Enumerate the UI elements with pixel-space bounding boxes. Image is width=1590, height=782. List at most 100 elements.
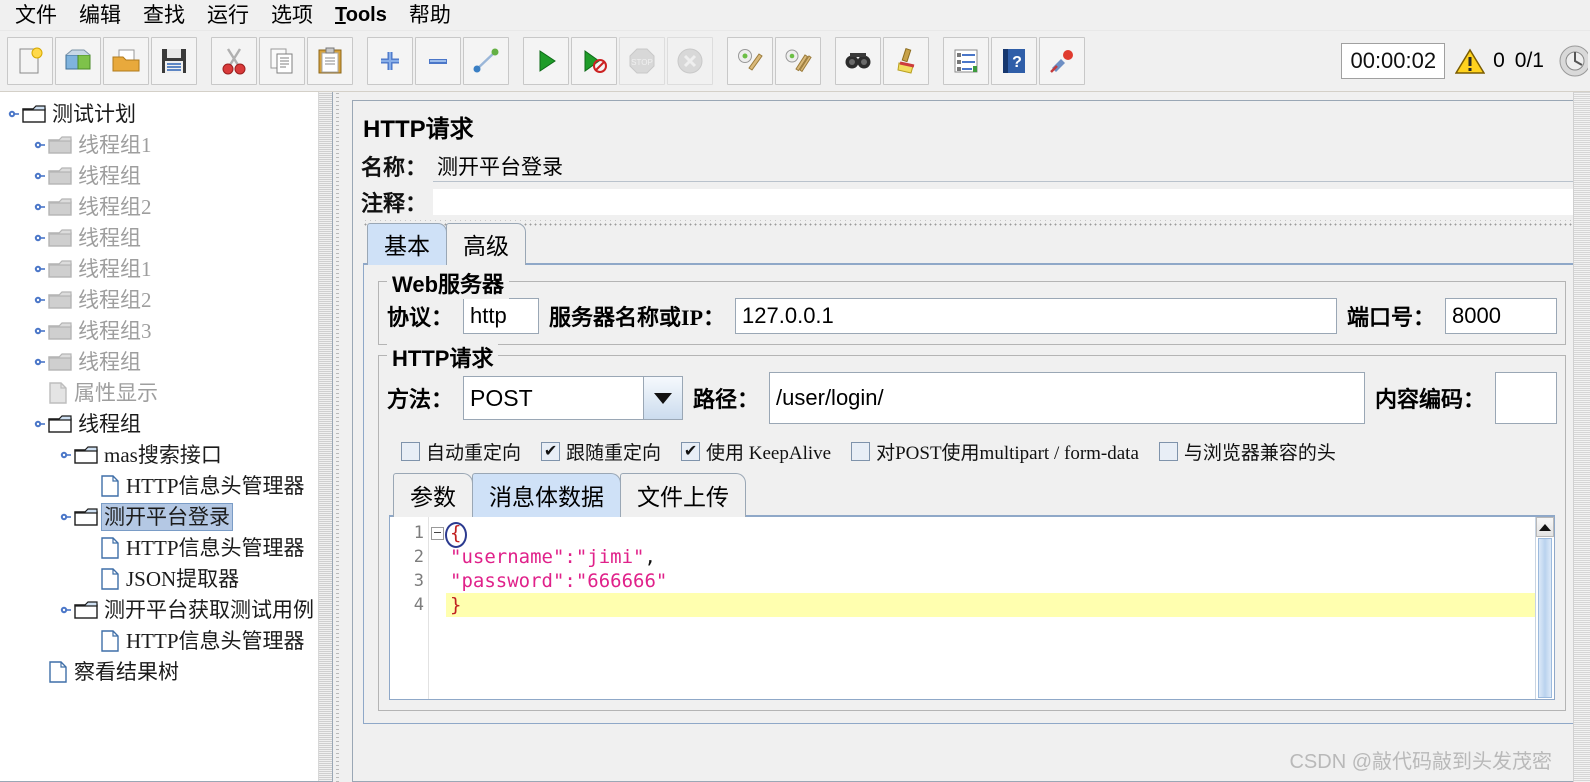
menu-item-0[interactable]: 文件 — [4, 1, 68, 29]
function-helper-icon[interactable] — [943, 37, 989, 85]
search-icon[interactable] — [835, 37, 881, 85]
body-tab-0[interactable]: 参数 — [393, 473, 473, 517]
paste-icon[interactable] — [307, 37, 353, 85]
main-tab-strip[interactable]: 基本 高级 — [353, 223, 1587, 265]
scroll-thumb[interactable] — [1538, 538, 1552, 698]
new-test-plan-icon[interactable] — [7, 37, 53, 85]
tree-expander-icon[interactable] — [58, 447, 74, 463]
tree-expander-icon[interactable] — [58, 602, 74, 618]
body-data-editor[interactable]: 1 2 3 4 {"username":"jimi", "password":"6666… — [389, 517, 1555, 700]
checkbox-unchecked-icon[interactable] — [851, 442, 871, 461]
help-icon[interactable]: ? — [991, 37, 1037, 85]
warning-indicator[interactable]: 0 — [1455, 48, 1505, 75]
tree-expander-icon[interactable] — [32, 354, 48, 370]
checkbox-option-4[interactable]: 与浏览器兼容的头 — [1158, 438, 1336, 465]
reset-search-icon[interactable] — [883, 37, 929, 85]
tree-node-3[interactable]: 线程组2 — [6, 191, 332, 222]
horizontal-splitter[interactable] — [363, 220, 1581, 227]
save-icon[interactable] — [151, 37, 197, 85]
templates-icon[interactable] — [55, 37, 101, 85]
tree-expander-icon[interactable] — [32, 199, 48, 215]
tree-node-0[interactable]: 测试计划 — [6, 98, 332, 129]
editor-code-area[interactable]: {"username":"jimi", "password":"666666"} — [446, 517, 1535, 699]
start-icon[interactable] — [523, 37, 569, 85]
tree-node-12[interactable]: HTTP信息头管理器 — [6, 470, 332, 501]
menu-item-5[interactable]: Tools — [324, 1, 398, 29]
tree-expander-icon[interactable] — [32, 261, 48, 277]
chevron-down-icon[interactable] — [643, 377, 683, 419]
test-plan-tree-pane[interactable]: 测试计划 线程组1 线程组 线程组2 线程组 线程组1 线程组2 线程组3 线程组 属性显示 线程组… — [0, 92, 333, 782]
tab-advanced[interactable]: 高级 — [446, 223, 526, 265]
tree-node-18[interactable]: 察看结果树 — [6, 656, 332, 687]
open-icon[interactable] — [103, 37, 149, 85]
tree-node-13[interactable]: 测开平台登录 — [6, 501, 332, 532]
collapse-all-icon[interactable] — [415, 37, 461, 85]
tree-node-11[interactable]: mas搜索接口 — [6, 439, 332, 470]
tree-node-15[interactable]: JSON提取器 — [6, 563, 332, 594]
expand-all-icon[interactable] — [367, 37, 413, 85]
body-tab-1[interactable]: 消息体数据 — [472, 473, 621, 517]
tree-expander-icon[interactable] — [32, 137, 48, 153]
start-no-pauses-icon[interactable] — [571, 37, 617, 85]
scroll-up-button[interactable] — [1536, 517, 1554, 537]
method-select[interactable]: POST — [463, 376, 684, 420]
tree-node-14[interactable]: HTTP信息头管理器 — [6, 532, 332, 563]
tab-basic[interactable]: 基本 — [367, 223, 447, 265]
checkbox-unchecked-icon[interactable] — [1158, 442, 1178, 461]
name-input[interactable]: 测开平台登录 — [433, 150, 1581, 182]
checkbox-option-0[interactable]: 自动重定向 — [401, 438, 521, 465]
editor-vertical-scrollbar[interactable] — [1535, 517, 1554, 699]
tree-expander-icon[interactable] — [32, 230, 48, 246]
tree-node-8[interactable]: 线程组 — [6, 346, 332, 377]
tree-node-6[interactable]: 线程组2 — [6, 284, 332, 315]
code-line[interactable]: { — [446, 521, 1535, 545]
tree-node-17[interactable]: HTTP信息头管理器 — [6, 625, 332, 656]
protocol-input[interactable]: http — [463, 298, 540, 334]
checkbox-option-1[interactable]: ✔ 跟随重定向 — [541, 438, 661, 465]
tree-node-16[interactable]: 测开平台获取测试用例 — [6, 594, 332, 625]
tree-node-10[interactable]: 线程组 — [6, 408, 332, 439]
menu-item-1[interactable]: 编辑 — [68, 1, 132, 29]
clear-all-icon[interactable] — [775, 37, 821, 85]
menu-item-4[interactable]: 选项 — [260, 1, 324, 29]
tree-expander-icon[interactable] — [58, 509, 74, 525]
clear-icon[interactable] — [727, 37, 773, 85]
tree-expander-icon[interactable] — [32, 292, 48, 308]
editor-fold-column[interactable] — [429, 517, 446, 699]
code-line[interactable]: } — [446, 593, 1535, 617]
tree-node-9[interactable]: 属性显示 — [6, 377, 332, 408]
checkbox-unchecked-icon[interactable] — [401, 442, 420, 461]
tree-expander-icon[interactable] — [32, 416, 48, 432]
tree-node-5[interactable]: 线程组1 — [6, 253, 332, 284]
comment-input[interactable] — [433, 189, 1581, 215]
menu-item-6[interactable]: 帮助 — [398, 1, 462, 29]
pane-splitter[interactable] — [333, 92, 342, 782]
tree-expander-icon[interactable] — [6, 106, 22, 122]
checkbox-option-3[interactable]: 对POST使用multipart / form-data — [851, 438, 1139, 465]
tree-expander-icon[interactable] — [32, 323, 48, 339]
tree-vertical-scrollbar[interactable] — [318, 92, 332, 781]
content-encoding-input[interactable] — [1495, 372, 1557, 424]
tree-node-7[interactable]: 线程组3 — [6, 315, 332, 346]
body-tab-2[interactable]: 文件上传 — [620, 473, 746, 517]
toggle-icon[interactable] — [463, 37, 509, 85]
checkbox-option-2[interactable]: ✔ 使用 KeepAlive — [681, 438, 831, 465]
code-line[interactable]: "username":"jimi", — [446, 545, 1535, 569]
tree-node-1[interactable]: 线程组1 — [6, 129, 332, 160]
menu-item-2[interactable]: 查找 — [132, 1, 196, 29]
copy-icon[interactable] — [259, 37, 305, 85]
path-input[interactable]: /user/login/ — [769, 372, 1365, 424]
tree-node-4[interactable]: 线程组 — [6, 222, 332, 253]
server-name-input[interactable]: 127.0.0.1 — [735, 298, 1337, 334]
panel-vertical-scrollbar[interactable] — [1573, 92, 1590, 782]
cut-icon[interactable] — [211, 37, 257, 85]
test-plan-tree[interactable]: 测试计划 线程组1 线程组 线程组2 线程组 线程组1 线程组2 线程组3 线程组 属性显示 线程组… — [0, 92, 332, 687]
port-input[interactable]: 8000 — [1445, 298, 1557, 334]
tree-expander-icon[interactable] — [32, 168, 48, 184]
checkbox-checked-icon[interactable]: ✔ — [541, 442, 561, 461]
tree-node-2[interactable]: 线程组 — [6, 160, 332, 191]
fold-toggle-icon[interactable] — [429, 521, 446, 545]
body-tab-strip[interactable]: 参数 消息体数据 文件上传 — [387, 473, 1557, 517]
checkbox-checked-icon[interactable]: ✔ — [681, 442, 701, 461]
menu-item-3[interactable]: 运行 — [196, 1, 260, 29]
